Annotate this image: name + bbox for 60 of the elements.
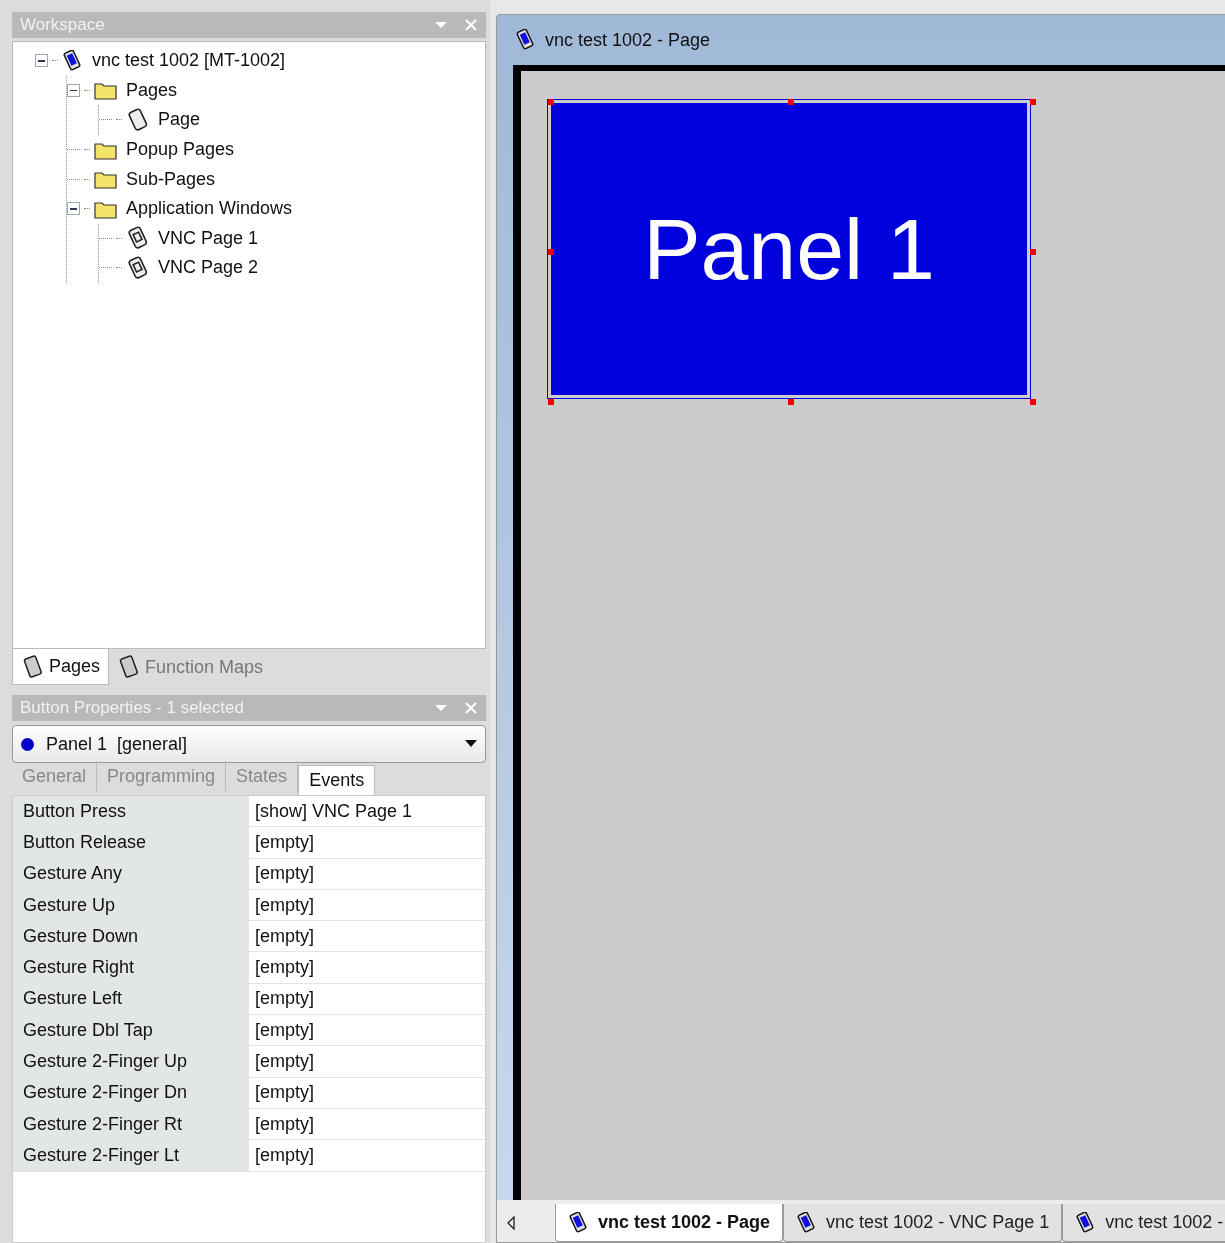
resize-handle[interactable] <box>788 399 794 405</box>
folder-icon <box>94 169 118 190</box>
property-value[interactable]: [empty] <box>249 858 485 889</box>
property-value[interactable]: [empty] <box>249 889 485 921</box>
property-value[interactable]: [empty] <box>249 1077 485 1108</box>
tree-item[interactable]: VNC Page 2 <box>158 254 259 282</box>
pane-tab[interactable]: Pages <box>12 649 110 685</box>
tree-item[interactable]: VNC Page 1 <box>158 224 259 252</box>
resize-handle[interactable] <box>548 249 554 255</box>
property-value[interactable]: [empty] <box>249 952 485 983</box>
property-value[interactable]: [empty] <box>249 983 485 1015</box>
property-tab[interactable]: Events <box>298 765 376 795</box>
resize-handle[interactable] <box>1030 99 1036 105</box>
property-name: Gesture Dbl Tap <box>13 1015 249 1046</box>
tree-item[interactable]: Page <box>158 106 201 134</box>
property-name: Gesture Any <box>13 858 249 889</box>
property-value[interactable]: [empty] <box>249 1015 485 1046</box>
property-value[interactable]: [empty] <box>249 827 485 858</box>
property-name: Gesture Right <box>13 952 249 983</box>
property-value[interactable]: [empty] <box>249 1046 485 1077</box>
close-icon[interactable] <box>464 18 478 32</box>
resize-handle[interactable] <box>788 99 794 105</box>
scroll-left-icon[interactable] <box>505 1216 517 1230</box>
property-value[interactable]: [show] VNC Page 1 <box>249 796 485 827</box>
resize-handle[interactable] <box>1030 249 1036 255</box>
property-value[interactable]: [empty] <box>249 1108 485 1140</box>
caret-icon <box>465 740 477 748</box>
property-name: Gesture 2-Finger Lt <box>13 1140 249 1171</box>
property-name: Gesture Up <box>13 889 249 921</box>
property-name: Button Release <box>13 827 249 858</box>
close-icon[interactable] <box>464 701 478 715</box>
tree-item[interactable]: Popup Pages <box>126 136 235 164</box>
object-selector[interactable]: Panel 1 [general] <box>12 725 486 763</box>
property-name: Gesture Left <box>13 983 249 1015</box>
property-name: Button Press <box>13 796 249 827</box>
tree-item[interactable]: Application Windows <box>126 195 293 223</box>
property-value[interactable]: [empty] <box>249 1140 485 1171</box>
tree-item[interactable]: vnc test 1002 [MT-1002] <box>92 47 286 75</box>
window-title: vnc test 1002 - Page <box>545 28 711 52</box>
collapse-toggle[interactable] <box>67 202 80 216</box>
property-name: Gesture 2-Finger Up <box>13 1046 249 1077</box>
resize-handle[interactable] <box>1030 399 1036 405</box>
document-tab[interactable]: vnc test 1002 - Page <box>555 1204 784 1242</box>
document-tab[interactable]: vnc test 1002 - <box>1062 1204 1225 1242</box>
collapse-toggle[interactable] <box>35 54 48 68</box>
dropdown-icon[interactable] <box>434 20 448 30</box>
folder-icon <box>94 80 118 101</box>
tree-item[interactable]: Sub-Pages <box>126 165 216 193</box>
resize-handle[interactable] <box>548 99 554 105</box>
resize-handle[interactable] <box>548 399 554 405</box>
property-name: Gesture 2-Finger Rt <box>13 1108 249 1140</box>
pane-title: Workspace <box>20 14 106 37</box>
pane-title: Button Properties - 1 selected <box>20 697 245 720</box>
dropdown-icon[interactable] <box>434 703 448 713</box>
property-name: Gesture Down <box>13 921 249 952</box>
document-tab[interactable]: vnc test 1002 - VNC Page 1 <box>783 1204 1063 1242</box>
property-value[interactable]: [empty] <box>249 921 485 952</box>
collapse-toggle[interactable] <box>67 83 80 97</box>
tree-item[interactable]: Pages <box>126 76 178 104</box>
property-name: Gesture 2-Finger Dn <box>13 1077 249 1108</box>
